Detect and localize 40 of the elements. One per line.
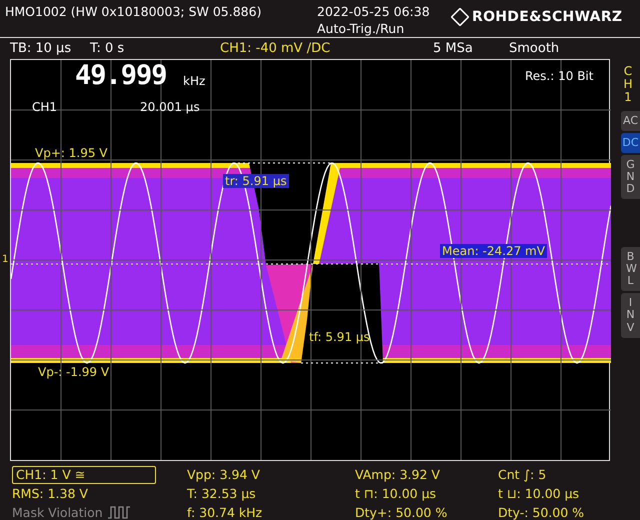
- coupling-button[interactable]: GND: [621, 154, 640, 200]
- measurement-value: Dty-: 50.00 %: [498, 505, 586, 520]
- channel-scale[interactable]: CH1: 1 V ≅: [12, 466, 156, 484]
- counter-channel: CH1: [32, 100, 58, 114]
- coupling-button[interactable]: DC: [621, 132, 640, 153]
- coupling-button[interactable]: INV: [621, 293, 640, 338]
- device-info: HMO1002 (HW 0x10180003; SW 05.886): [4, 3, 262, 19]
- timebase[interactable]: TB: 10 µs: [10, 41, 90, 56]
- measurement-value: VAmp: 3.92 V: [355, 467, 441, 482]
- trigger-time[interactable]: T: 0 s: [90, 41, 220, 56]
- trigger-status: Auto-Trig./Run: [317, 20, 406, 37]
- rise-time-label: tr: 5.91 µs: [223, 174, 289, 188]
- channel-marker[interactable]: 1: [2, 254, 8, 265]
- period-reading: 20.001 µs: [140, 100, 200, 114]
- diamond-logo-icon: [451, 8, 469, 26]
- frequency-unit: kHz: [183, 74, 206, 88]
- sample-rate[interactable]: 5 MSa: [433, 41, 509, 56]
- frequency-reading: 49.999: [75, 60, 167, 91]
- mean-label: Mean: -24.27 mV: [440, 244, 547, 258]
- channel-label: CH1: [622, 65, 634, 105]
- vp-plus-label: Vp+: 1.95 V: [35, 146, 108, 160]
- vp-minus-label: Vp-: -1.99 V: [38, 365, 110, 379]
- measurement-value: f: 30.74 kHz: [187, 505, 264, 520]
- measurement-value: RMS: 1.38 V: [12, 486, 89, 501]
- measurement-value: T: 32.53 µs: [187, 486, 257, 501]
- datetime: 2022-05-25 06:38: [317, 3, 431, 20]
- brand-logo: ROHDE&SCHWARZ: [472, 9, 622, 25]
- resolution-label: Res.: 10 Bit: [525, 69, 594, 83]
- measurement-value: t ⊔: 10.00 µs: [498, 486, 580, 501]
- coupling-button[interactable]: AC: [621, 110, 640, 131]
- measurement-value: t ⊓: 10.00 µs: [355, 486, 438, 501]
- coupling-button[interactable]: BWL: [621, 247, 640, 292]
- mask-violation-label: Mask Violation: [12, 505, 103, 520]
- channel-setting[interactable]: CH1: -40 mV /DC: [220, 41, 433, 56]
- fall-time-label: tf: 5.91 µs: [309, 330, 370, 344]
- pulse-train-icon: [106, 506, 131, 519]
- acquisition-mode[interactable]: Smooth: [509, 41, 560, 56]
- measurement-value: Cnt ∫: 5: [498, 467, 548, 482]
- measurement-value: Vpp: 3.94 V: [187, 467, 261, 482]
- measurement-value: Dty+: 50.00 %: [355, 505, 448, 520]
